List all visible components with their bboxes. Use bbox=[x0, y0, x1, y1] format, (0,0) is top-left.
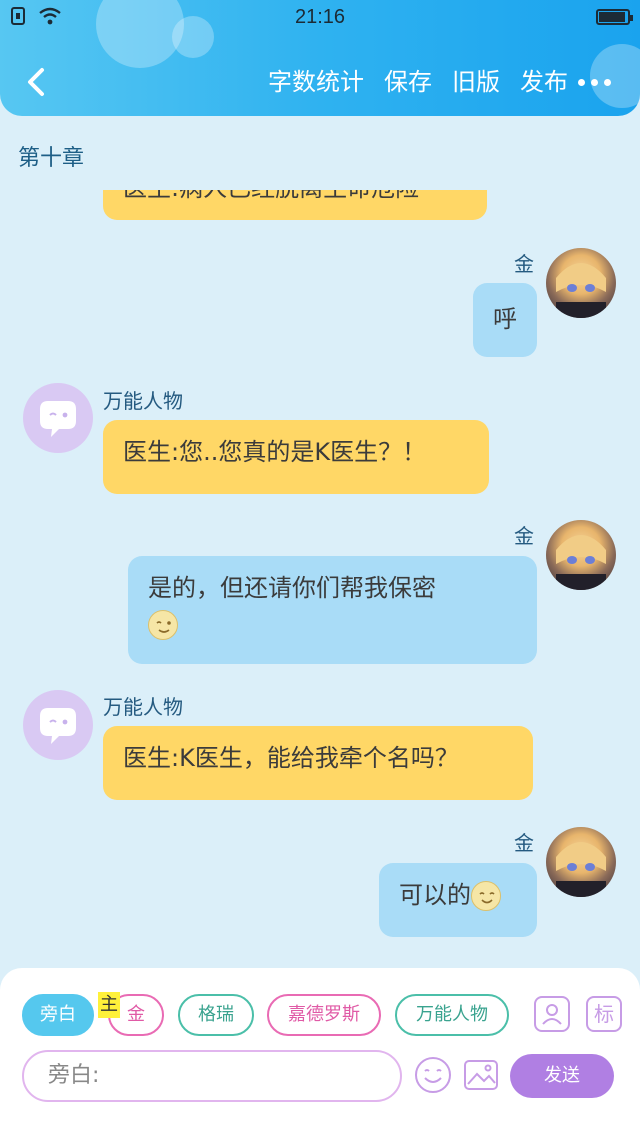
back-arrow-icon[interactable] bbox=[22, 62, 52, 102]
message-text: 可以的 bbox=[399, 881, 471, 909]
old-version-button[interactable]: 旧版 bbox=[452, 64, 500, 100]
chat-bubble-right[interactable]: 是的，但还请你们帮我保密 bbox=[128, 556, 537, 664]
avatar[interactable] bbox=[23, 690, 93, 760]
person-icon bbox=[542, 1004, 562, 1025]
main-role-badge: 主 bbox=[98, 992, 120, 1018]
chat-bubble-left[interactable]: 医生:K医生，能给我牵个名吗？ bbox=[103, 726, 533, 800]
message-text: 医生:您..您真的是K医生？！ bbox=[123, 438, 427, 466]
chapter-title: 第十章 bbox=[18, 146, 85, 171]
avatar[interactable] bbox=[546, 520, 616, 590]
input-panel: 旁白 金 格瑞 嘉德罗斯 万能人物 主 标 旁白: 发送 bbox=[0, 968, 640, 1138]
sender-name: 金 bbox=[514, 524, 534, 548]
smile-emoji-icon bbox=[471, 881, 501, 911]
sender-name: 金 bbox=[514, 252, 534, 276]
chip-jiadeluosi[interactable]: 嘉德罗斯 bbox=[267, 994, 381, 1036]
chip-narration[interactable]: 旁白 bbox=[22, 994, 94, 1036]
chip-gerui[interactable]: 格瑞 bbox=[178, 994, 254, 1036]
image-icon[interactable] bbox=[462, 1056, 500, 1094]
header-actions: 字数统计 保存 旧版 发布 bbox=[268, 64, 568, 100]
chat-bubble-left[interactable]: 医生:病人已经脱离生命危险 bbox=[103, 190, 487, 220]
sender-name: 万能人物 bbox=[103, 695, 183, 719]
save-button[interactable]: 保存 bbox=[384, 64, 432, 100]
character-avatar-icon bbox=[556, 842, 606, 897]
top-header: 21:16 字数统计 保存 旧版 发布 bbox=[0, 0, 640, 116]
nav-bar: 字数统计 保存 旧版 发布 bbox=[0, 56, 640, 110]
status-bar: 21:16 bbox=[0, 0, 640, 34]
message-text: 是的，但还请你们帮我保密 bbox=[148, 574, 436, 602]
send-button[interactable]: 发送 bbox=[510, 1054, 614, 1098]
character-avatar-icon bbox=[556, 535, 606, 590]
status-time: 21:16 bbox=[294, 6, 346, 28]
battery-icon bbox=[596, 9, 633, 25]
message-text: 呼 bbox=[493, 305, 517, 333]
character-avatar-icon bbox=[556, 263, 606, 318]
chat-bubble-right[interactable]: 可以的 bbox=[379, 863, 537, 937]
chat-area[interactable]: 医生:病人已经脱离生命危险 金 呼 万能人物 医生:您..您真的是K医生？！ 金 bbox=[0, 190, 640, 970]
chat-bubble-avatar-icon bbox=[40, 708, 76, 744]
sender-name: 金 bbox=[514, 831, 534, 855]
word-count-button[interactable]: 字数统计 bbox=[268, 64, 364, 100]
sender-name: 万能人物 bbox=[103, 389, 183, 413]
chat-bubble-right[interactable]: 呼 bbox=[473, 283, 537, 357]
avatar[interactable] bbox=[546, 827, 616, 897]
chip-universal-character[interactable]: 万能人物 bbox=[395, 994, 509, 1036]
wink-emoji-icon bbox=[148, 610, 178, 640]
avatar[interactable] bbox=[23, 383, 93, 453]
add-character-button[interactable] bbox=[534, 996, 570, 1032]
more-menu-icon[interactable] bbox=[578, 70, 614, 94]
avatar[interactable] bbox=[546, 248, 616, 318]
emoji-icon[interactable] bbox=[414, 1056, 452, 1094]
message-text: 医生:病人已经脱离生命危险 bbox=[123, 190, 419, 202]
message-text: 医生:K医生，能给我牵个名吗？ bbox=[123, 744, 459, 772]
publish-button[interactable]: 发布 bbox=[520, 64, 568, 100]
chat-bubble-left[interactable]: 医生:您..您真的是K医生？！ bbox=[103, 420, 489, 494]
tag-button[interactable]: 标 bbox=[586, 996, 622, 1032]
chat-bubble-avatar-icon bbox=[40, 401, 76, 437]
message-input[interactable]: 旁白: bbox=[22, 1050, 402, 1102]
